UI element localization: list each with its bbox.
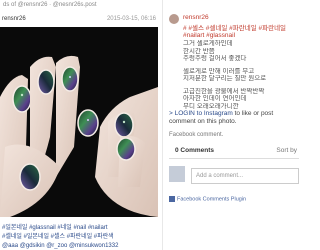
post-panel: rensnr26 2015-03-15, 06:16 #일본네일 #glassn… xyxy=(0,10,162,250)
caption-panel: rensnr26 # #셀스 #셀네일 #파란네일 #파란네일 #nailart… xyxy=(162,0,300,250)
facebook-comment-title: Facebook comment. xyxy=(169,132,224,138)
facebook-icon xyxy=(169,196,175,202)
post-header: rensnr26 2015-03-15, 06:16 xyxy=(0,14,162,26)
post-tags: #일본네일 #glassnail #네일 #nail #nailart #셀네일… xyxy=(2,224,160,250)
post-date: 2015-03-15, 06:16 xyxy=(106,16,156,22)
login-link[interactable]: > LOGIN to Instagram xyxy=(169,110,233,117)
comment-input[interactable]: Add a comment... xyxy=(191,168,299,184)
sort-by-dropdown[interactable]: Sort by xyxy=(276,147,297,154)
caption-tags[interactable]: # #셀스 #셀네일 #파란네일 #파란네일 #nailart #glassna… xyxy=(183,22,286,39)
caption-username[interactable]: rensnr26 xyxy=(183,14,209,21)
comment-box: Add a comment... xyxy=(169,166,299,186)
comments-count: 0 Comments xyxy=(175,147,215,154)
comments-bar: 0 Comments Sort by xyxy=(169,143,299,159)
commenter-avatar xyxy=(169,166,185,182)
post-photo[interactable] xyxy=(0,27,158,217)
avatar[interactable] xyxy=(169,14,179,24)
post-tags-line-2[interactable]: #셀네일 #일본네일 #셀스 #파란네일 #파란색 xyxy=(2,233,160,242)
nail-photo-illustration xyxy=(0,27,158,217)
facebook-comments-plugin-link[interactable]: Facebook Comments Plugin xyxy=(169,196,246,202)
caption-body: 그거 셀로게하인데 한시간 반쯤 주렁주렁 걸어서 좋겠다 셀로게로 만해 이러… xyxy=(183,40,267,110)
post-mentions[interactable]: @aaa @gdsikin @r_zoo @minsukwon1332 xyxy=(2,242,160,250)
login-prompt: > LOGIN to Instagram to like or post com… xyxy=(169,110,274,125)
post-tags-line-1[interactable]: #일본네일 #glassnail #네일 #nail #nailart xyxy=(2,224,160,233)
post-username[interactable]: rensnr26 xyxy=(2,16,26,22)
